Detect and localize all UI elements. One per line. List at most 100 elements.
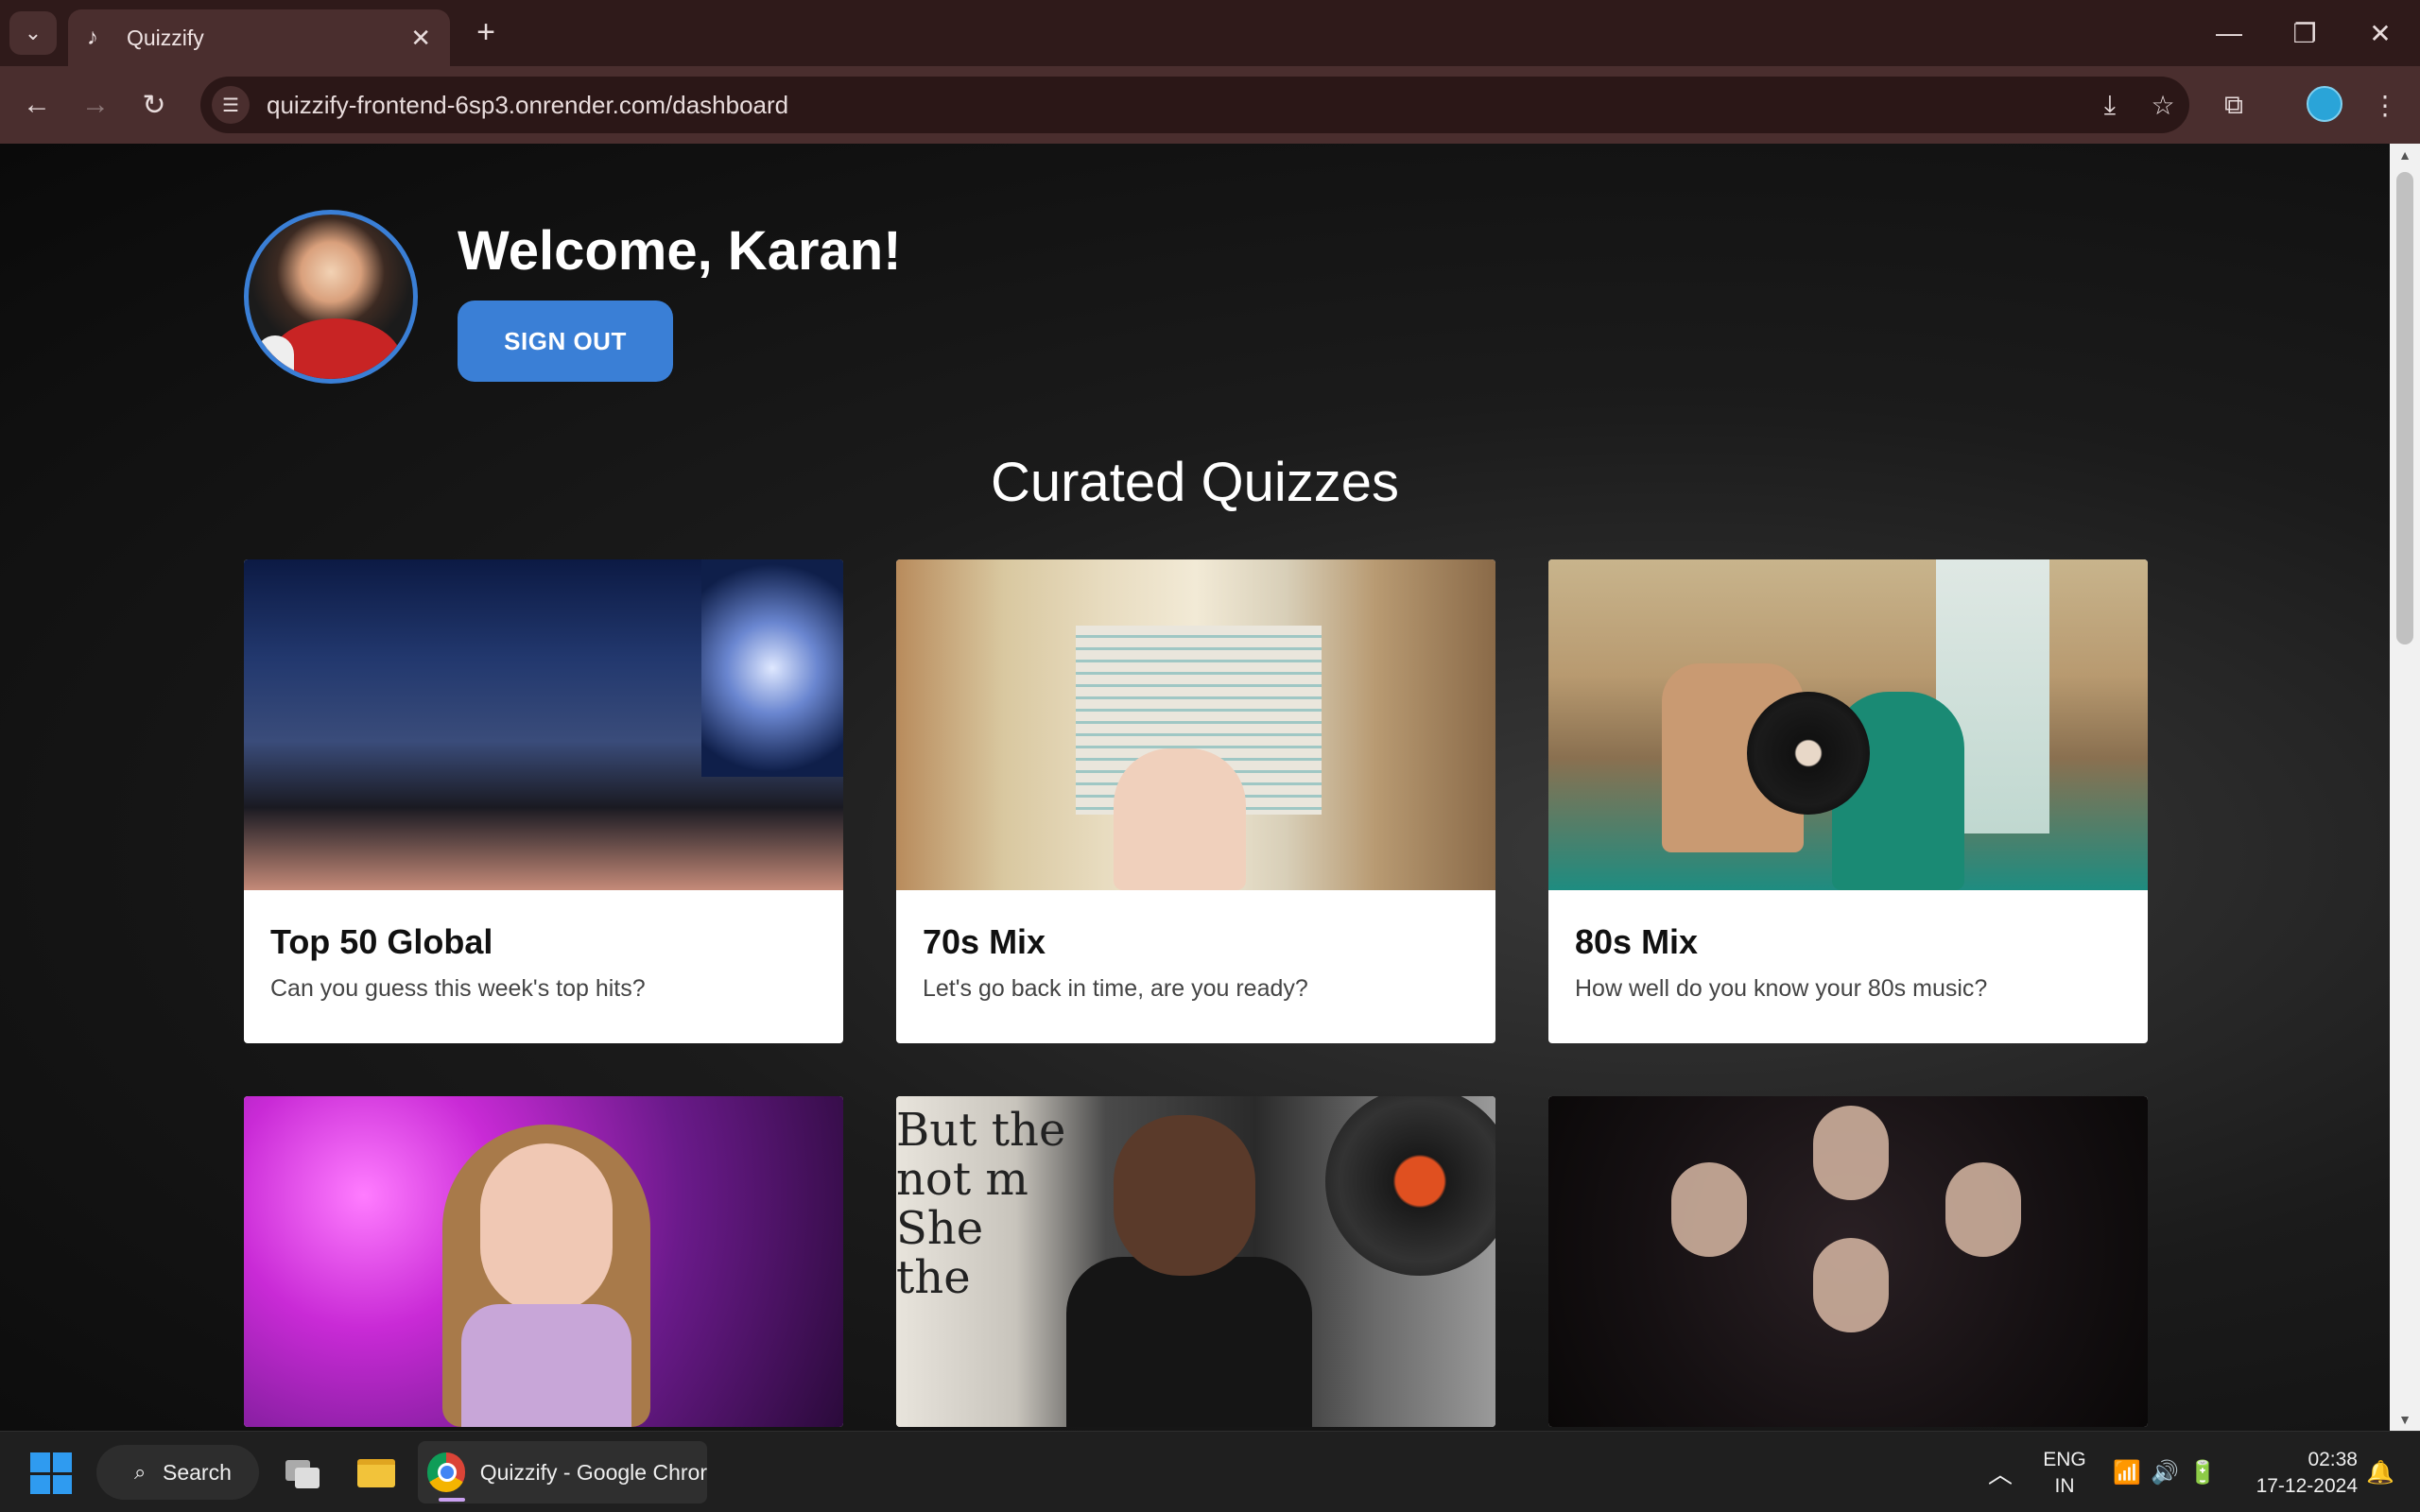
folder-icon [357,1459,395,1487]
quiz-image [1548,559,2148,890]
puzzle-icon: ⧉ [2224,89,2243,119]
restore-icon: ❐ [2292,18,2317,48]
reload-button[interactable]: ↻ [132,83,176,127]
profile-avatar[interactable] [2307,86,2342,122]
singer [1114,1115,1255,1276]
quiz-title: 80s Mix [1575,922,1699,961]
restore-button[interactable]: ❐ [2276,11,2333,55]
start-button[interactable] [30,1452,72,1494]
volume-icon[interactable]: 🔊 [2148,1432,2182,1512]
browser-menu-button[interactable]: ⋮ [2363,83,2407,127]
language-code: ENG [2043,1449,2086,1470]
quiz-card-70s[interactable]: 70s Mix Let's go back in time, are you r… [896,559,1495,1043]
install-app-icon: ⤓ [2103,89,2117,119]
extensions-button[interactable]: ⧉ [2212,83,2256,127]
forward-button[interactable]: → [74,83,117,127]
quiz-image [244,1096,843,1427]
scroll-down-arrow[interactable]: ▼ [2390,1408,2420,1431]
windows-logo-icon [30,1474,50,1494]
quiz-image [244,559,843,890]
poster-text: But the not m She the [896,1104,1066,1304]
clock-date: 17-12-2024 [2256,1475,2358,1497]
quiz-image [896,559,1495,890]
clock-time: 02:38 [2308,1449,2358,1470]
bookmark-button[interactable]: ☆ [2136,78,2189,131]
address-bar[interactable]: ☰ quizzify-frontend-6sp3.onrender.com/da… [200,77,2189,133]
windows-logo-icon [52,1452,72,1472]
tab-search-button[interactable]: ⌄ [9,11,57,55]
page-scrollbar[interactable]: ▲ ▼ [2390,144,2420,1431]
section-title: Curated Quizzes [991,452,1399,513]
stage-screen [701,559,843,777]
avatar-sleeve [256,335,294,379]
site-info-button[interactable]: ☰ [212,86,250,124]
page-viewport: Welcome, Karan! SIGN OUT Curated Quizzes… [0,144,2390,1431]
quiz-description: Let's go back in time, are you ready? [923,975,1308,1002]
active-indicator [439,1498,465,1502]
close-window-button[interactable]: ✕ [2352,11,2409,55]
install-app-button[interactable]: ⤓ [2083,78,2136,131]
wifi-icon[interactable]: 📶 [2110,1432,2144,1512]
vinyl-record [1747,692,1870,815]
music-note-icon: ♪ [87,25,98,50]
back-button[interactable]: ← [15,83,59,127]
dress [461,1304,631,1427]
windows-taskbar: ⌕ Search Quizzify - Google Chror ︿ ENG I… [0,1431,2420,1512]
language-indicator[interactable]: ENG IN [2032,1447,2097,1500]
welcome-heading: Welcome, Karan! [458,220,902,282]
tab-title: Quizzify [127,25,204,50]
chevron-down-icon: ⌄ [24,21,43,44]
browser-tab[interactable]: ♪ Quizzify ✕ [68,9,450,66]
url-text[interactable]: quizzify-frontend-6sp3.onrender.com/dash… [267,91,2083,120]
user-avatar [244,210,418,384]
system-clock[interactable]: 02:38 17-12-2024 [2235,1447,2358,1500]
face [1813,1238,1889,1332]
region-code: IN [2054,1475,2075,1497]
quiz-card-artist-3[interactable] [1548,1096,2148,1427]
task-view-icon [295,1468,320,1488]
minimize-icon: — [2216,18,2242,47]
star-icon: ☆ [2151,90,2175,120]
face [480,1143,613,1314]
quiz-card-80s[interactable]: 80s Mix How well do you know your 80s mu… [1548,559,2148,1043]
browser-toolbar: ← → ↻ ☰ quizzify-frontend-6sp3.onrender.… [0,66,2420,144]
chevron-up-icon: ︿ [1987,1459,2013,1488]
reload-icon: ↻ [142,89,166,121]
face [1813,1106,1889,1200]
scroll-up-arrow[interactable]: ▲ [2390,144,2420,166]
new-tab-button[interactable]: + [467,13,505,51]
task-view-button[interactable] [276,1447,329,1500]
close-icon[interactable]: ✕ [410,24,431,53]
sign-out-button[interactable]: SIGN OUT [458,301,673,382]
chrome-icon [427,1452,465,1492]
quiz-image [1548,1096,2148,1427]
quiz-image: But the not m She the [896,1096,1495,1427]
browser-tab-strip: ⌄ ♪ Quizzify ✕ + — ❐ ✕ [0,0,2420,66]
arrow-left-icon: ← [23,89,51,120]
quiz-title: Top 50 Global [270,922,493,961]
taskbar-app-label: Quizzify - Google Chror [479,1459,707,1485]
taskbar-chrome-button[interactable]: Quizzify - Google Chror [418,1441,707,1503]
quiz-card-artist-2[interactable]: But the not m She the [896,1096,1495,1427]
jacket [1066,1257,1312,1427]
quiz-title: 70s Mix [923,922,1046,961]
quiz-card-top50[interactable]: Top 50 Global Can you guess this week's … [244,559,843,1043]
search-label: Search [163,1459,232,1485]
battery-icon[interactable]: 🔋 [2186,1432,2220,1512]
vinyl-record [1325,1096,1495,1276]
close-icon: ✕ [2369,18,2392,48]
quiz-card-artist-1[interactable] [244,1096,843,1427]
taskbar-search[interactable]: ⌕ Search [96,1445,259,1500]
show-hidden-icons-button[interactable]: ︿ [1981,1432,2019,1512]
face [1945,1162,2021,1257]
notification-bell-icon[interactable]: 🔔 [2363,1432,2397,1512]
scroll-thumb[interactable] [2396,172,2413,644]
plus-icon: + [476,13,495,50]
windows-logo-icon [52,1474,72,1494]
kebab-menu-icon: ⋮ [2372,90,2398,120]
file-explorer-button[interactable] [350,1447,403,1500]
quiz-description: Can you guess this week's top hits? [270,975,646,1002]
windows-logo-icon [30,1452,50,1472]
hand [1114,748,1246,890]
minimize-button[interactable]: — [2201,11,2257,55]
